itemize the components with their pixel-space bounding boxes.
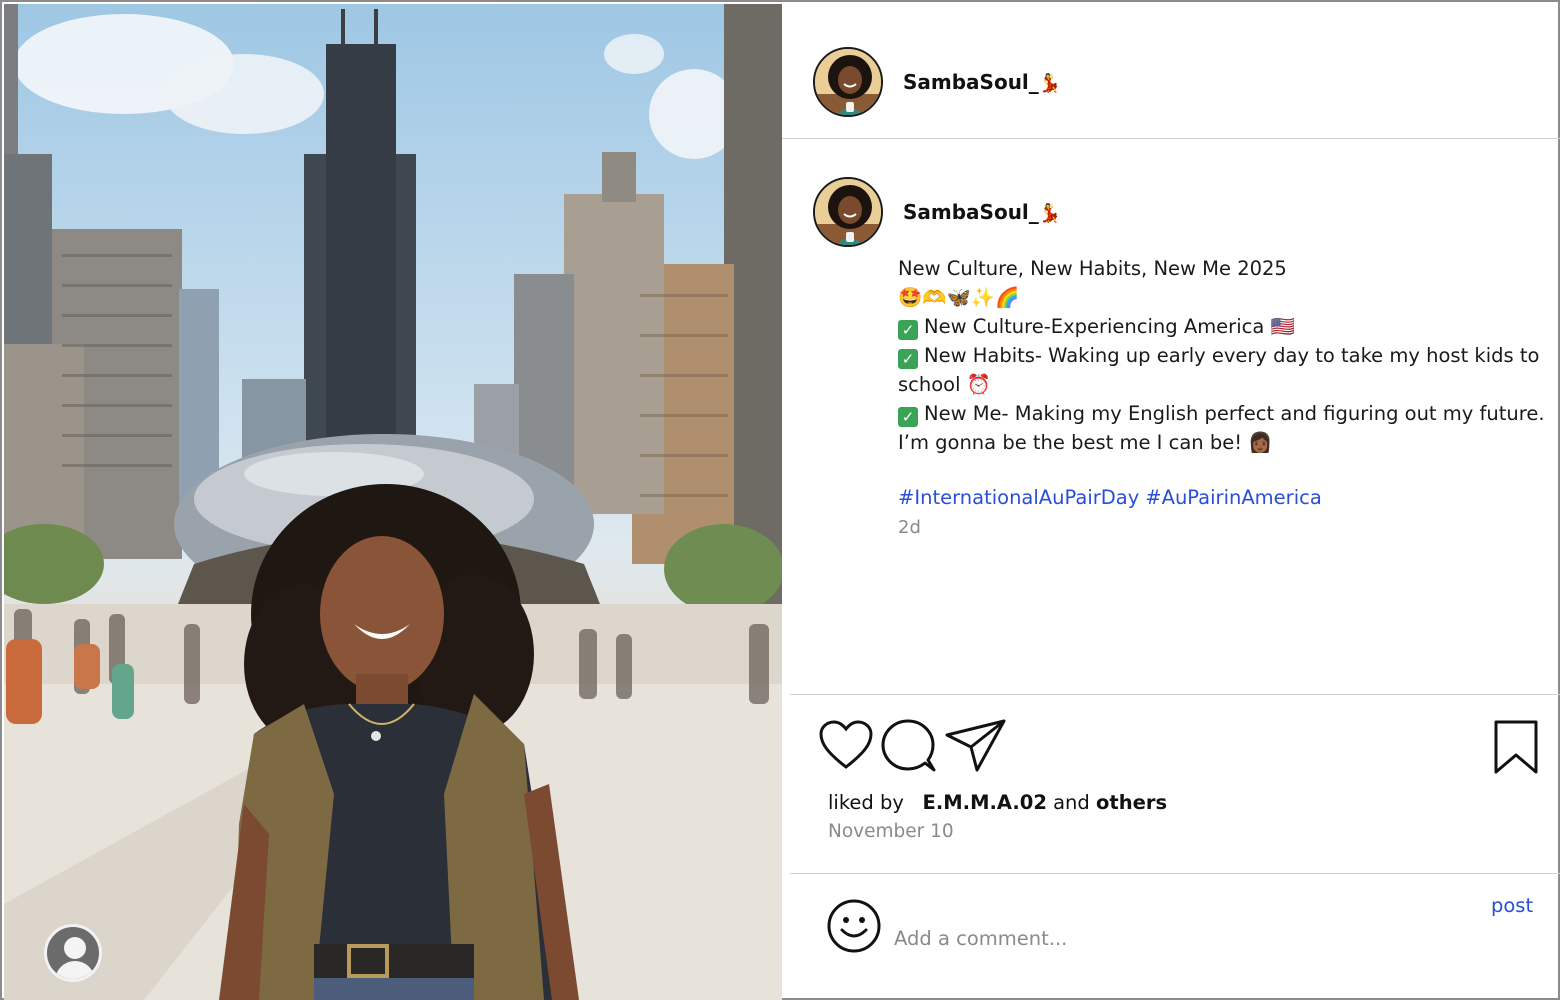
caption-item-text: New Habits- Waking up early every day to… [898, 344, 1540, 396]
checkmark-icon: ✓ [898, 349, 918, 369]
dancer-emoji: 💃 [1038, 203, 1062, 224]
checkmark-icon: ✓ [898, 407, 918, 427]
comment-input[interactable] [894, 920, 1454, 956]
woman-emoji: 👩🏾 [1248, 431, 1273, 454]
us-flag-emoji: 🇺🇸 [1270, 315, 1295, 338]
caption-item-me: ✓ New Me- Making my English perfect and f… [898, 399, 1548, 457]
user-tag-icon[interactable] [44, 924, 102, 982]
username-text: SambaSoul_ [903, 200, 1039, 224]
hashtag-link[interactable]: #AuPairinAmerica [1145, 486, 1322, 509]
hashtag-link[interactable]: #InternationalAuPairDay [898, 486, 1139, 509]
comment-row: post [782, 876, 1560, 1000]
avatar-illustration [815, 49, 881, 115]
avatar[interactable] [813, 47, 883, 117]
post-photo[interactable] [4, 4, 782, 1000]
liked-by-and: and [1053, 791, 1090, 814]
heart-icon[interactable] [818, 719, 874, 771]
city-scene-illustration [4, 4, 782, 1000]
user-tag-body [55, 961, 95, 979]
caption-item-text: New Culture-Experiencing America [924, 315, 1265, 338]
post-comment-button[interactable]: post [1491, 894, 1533, 917]
comment-bubble-icon[interactable] [880, 717, 938, 773]
caption-item-text: New Me- Making my English perfect and fi… [898, 402, 1545, 454]
paper-plane-icon[interactable] [944, 717, 1008, 773]
liked-by-prefix: liked by [828, 791, 904, 814]
hashtags: #InternationalAuPairDay #AuPairinAmerica [898, 486, 1328, 509]
caption-item-habits: ✓ New Habits- Waking up early every day t… [898, 341, 1548, 399]
post-actions: liked by E.M.M.A.02 and others November … [790, 694, 1560, 874]
checkmark-icon: ✓ [898, 320, 918, 340]
alarm-clock-emoji: ⏰ [966, 373, 992, 396]
header-username[interactable]: SambaSoul_💃 [903, 70, 1061, 94]
dancer-emoji: 💃 [1038, 73, 1062, 94]
liked-by-text: liked by E.M.M.A.02 and others [828, 791, 1167, 814]
liked-by-others[interactable]: others [1096, 791, 1167, 814]
post-date: November 10 [828, 821, 954, 842]
post-caption: New Culture, New Habits, New Me 2025 🤩🫶🦋… [898, 254, 1548, 457]
smiley-icon[interactable] [826, 898, 882, 954]
caption-emoji-line: 🤩🫶🦋✨🌈 [898, 286, 1020, 309]
user-tag-head [64, 937, 86, 959]
post-header: SambaSoul_💃 [782, 4, 1560, 139]
bookmark-icon[interactable] [1492, 719, 1540, 775]
username-text: SambaSoul_ [903, 70, 1039, 94]
post-details-panel: SambaSoul_💃 SambaSoul_💃 New Culture, New… [782, 4, 1560, 1000]
caption-title: New Culture, New Habits, New Me 2025 [898, 257, 1287, 280]
caption-item-culture: ✓ New Culture-Experiencing America 🇺🇸 [898, 312, 1548, 341]
caption-avatar[interactable] [813, 177, 883, 247]
avatar-illustration [815, 179, 881, 245]
caption-username[interactable]: SambaSoul_💃 [903, 200, 1061, 224]
post-window: SambaSoul_💃 SambaSoul_💃 New Culture, New… [0, 0, 1560, 1000]
caption-time-ago: 2d [898, 517, 921, 538]
liked-by-user[interactable]: E.M.M.A.02 [923, 791, 1047, 814]
